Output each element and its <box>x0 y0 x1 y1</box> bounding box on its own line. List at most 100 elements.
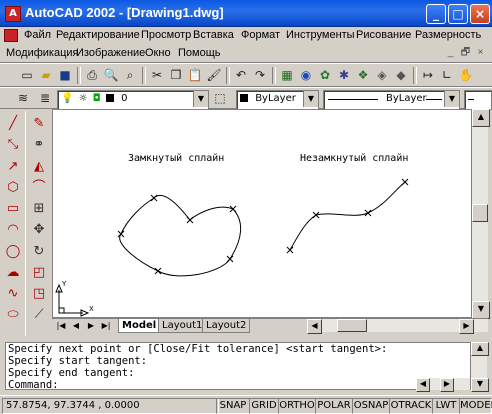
make-layer-current-icon[interactable]: ≣ <box>36 89 54 107</box>
minimize-button[interactable]: _ <box>426 4 446 24</box>
scale-icon[interactable]: ◰ <box>29 263 49 283</box>
fit-point-marker[interactable] <box>150 194 158 202</box>
scroll-up-button[interactable]: ▲ <box>472 109 490 127</box>
tab-first-icon[interactable]: |◀ <box>54 319 68 332</box>
model-toggle[interactable]: MODEL <box>459 398 492 414</box>
fit-point-marker[interactable] <box>226 255 234 263</box>
mirror-icon[interactable]: ◭ <box>29 157 49 177</box>
ellipse-icon[interactable]: ⬭ <box>3 305 23 325</box>
osnap-toggle[interactable]: OSNAP <box>352 398 390 414</box>
tab-layout2[interactable]: Layout2 <box>202 319 251 333</box>
command-history[interactable]: Specify next point or [Close/Fit toleran… <box>5 342 471 391</box>
linetype-dropdown[interactable]: ByLayer ▼ <box>323 90 460 110</box>
open-spline[interactable] <box>289 181 406 251</box>
vertical-scrollbar[interactable]: ▲ ▼ <box>472 109 490 319</box>
print-icon[interactable]: ⎙ <box>83 66 101 84</box>
layer-previous-icon[interactable]: ⬚ <box>211 89 229 107</box>
polar-toggle[interactable]: POLAR <box>315 398 353 414</box>
snap-toggle[interactable]: SNAP <box>216 398 250 414</box>
lineweight-dropdown[interactable] <box>464 90 492 110</box>
stretch-icon[interactable]: ◳ <box>29 284 49 304</box>
tool-palette-icon[interactable]: ❖ <box>354 66 372 84</box>
menu-help[interactable]: Помощь <box>178 47 221 59</box>
ortho-toggle[interactable]: ORTHO <box>278 398 316 414</box>
layer-dropdown[interactable]: 💡 ☼ ◘ 0 ▼ <box>57 90 209 110</box>
erase-icon[interactable]: ✎ <box>29 114 49 134</box>
cmd-scroll-right-button[interactable]: ▶ <box>440 378 454 392</box>
chevron-down-icon[interactable]: ▼ <box>193 91 208 107</box>
new-file-icon[interactable]: ▭ <box>18 66 36 84</box>
autocad-app-icon[interactable]: A <box>5 6 21 22</box>
markup-icon[interactable]: ◆ <box>392 66 410 84</box>
menu-view[interactable]: Просмотр <box>141 29 191 41</box>
command-hscrollbar[interactable]: ◀ ▶ <box>416 378 470 392</box>
menu-draw[interactable]: Рисование <box>356 29 411 41</box>
circle-icon[interactable]: ◯ <box>3 242 23 262</box>
scroll-down-button[interactable]: ▼ <box>472 301 490 319</box>
fit-point-marker[interactable] <box>117 230 125 238</box>
menu-format[interactable]: Формат <box>241 29 280 41</box>
distance-icon[interactable]: ↦ <box>419 66 437 84</box>
hyperlink-icon[interactable]: ▦ <box>278 66 296 84</box>
pan-realtime-icon[interactable]: ✋ <box>457 66 475 84</box>
array-icon[interactable]: ⊞ <box>29 199 49 219</box>
polyline-icon[interactable]: ↗ <box>3 157 23 177</box>
maximize-button[interactable]: □ <box>448 4 468 24</box>
menu-file[interactable]: Файл <box>24 29 51 41</box>
mdi-close-button[interactable]: × <box>474 47 487 59</box>
chevron-down-icon[interactable]: ▼ <box>303 91 318 107</box>
fit-point-marker[interactable] <box>154 267 162 275</box>
redo-icon[interactable]: ↷ <box>251 66 269 84</box>
menu-insert[interactable]: Вставка <box>193 29 234 41</box>
trim-icon[interactable]: ⟋ <box>29 305 49 325</box>
layer-manager-icon[interactable]: ≋ <box>14 89 32 107</box>
design-center-icon[interactable]: ✿ <box>316 66 334 84</box>
menu-dimension[interactable]: Размерность <box>415 29 481 41</box>
fit-point-marker[interactable] <box>229 205 237 213</box>
paste-icon[interactable]: 📋 <box>186 66 204 84</box>
offset-icon[interactable]: ⌒ <box>29 178 49 198</box>
command-scrollbar[interactable]: ▲ ▼ <box>471 342 489 392</box>
move-icon[interactable]: ✥ <box>29 220 49 240</box>
copy-object-icon[interactable]: ⚭ <box>29 135 49 155</box>
properties-icon[interactable]: ✱ <box>335 66 353 84</box>
cmd-scroll-left-button[interactable]: ◀ <box>416 378 430 392</box>
arc-icon[interactable]: ◠ <box>3 220 23 240</box>
rotate-icon[interactable]: ↻ <box>29 242 49 262</box>
command-prompt[interactable]: Command: <box>6 379 470 391</box>
spline-icon[interactable]: ∿ <box>3 284 23 304</box>
menu-tools[interactable]: Инструменты <box>286 29 355 41</box>
fit-point-marker[interactable] <box>401 178 409 186</box>
menu-image[interactable]: Изображение <box>76 47 145 59</box>
tab-model[interactable]: Model <box>118 319 161 333</box>
scroll-thumb[interactable] <box>472 204 488 222</box>
tab-layout1[interactable]: Layout1 <box>158 319 207 333</box>
close-button[interactable]: × <box>470 4 490 24</box>
publish-icon[interactable]: ⌕ <box>121 66 139 84</box>
fit-point-marker[interactable] <box>186 216 194 224</box>
menu-edit[interactable]: Редактирование <box>56 29 140 41</box>
scroll-left-button[interactable]: ◀ <box>307 319 322 334</box>
cmd-scroll-up-button[interactable]: ▲ <box>471 342 489 356</box>
revision-cloud-icon[interactable]: ☁ <box>3 263 23 283</box>
match-properties-icon[interactable]: 🖌 <box>205 66 223 84</box>
lwt-toggle[interactable]: LWT <box>432 398 460 414</box>
open-folder-icon[interactable]: ▰ <box>37 66 55 84</box>
line-icon[interactable]: ╱ <box>3 114 23 134</box>
tab-next-icon[interactable]: ▶ <box>84 319 98 332</box>
rectangle-icon[interactable]: ▭ <box>3 199 23 219</box>
closed-spline[interactable] <box>119 195 241 277</box>
web-browse-icon[interactable]: ◉ <box>297 66 315 84</box>
ucs-icon[interactable]: ∟ <box>438 66 456 84</box>
hscroll-thumb[interactable] <box>337 319 367 332</box>
fit-point-marker[interactable] <box>364 209 372 217</box>
mdi-restore-button[interactable]: 🗗 <box>459 47 472 59</box>
polygon-icon[interactable]: ⬡ <box>3 178 23 198</box>
grid-toggle[interactable]: GRID <box>249 398 279 414</box>
menu-modify[interactable]: Модификация <box>6 47 79 59</box>
scroll-right-button[interactable]: ▶ <box>459 319 474 334</box>
construction-line-icon[interactable]: ⤡ <box>3 135 23 155</box>
print-preview-icon[interactable]: 🔍 <box>102 66 120 84</box>
dbconnect-icon[interactable]: ◈ <box>373 66 391 84</box>
fit-point-marker[interactable] <box>286 246 294 254</box>
